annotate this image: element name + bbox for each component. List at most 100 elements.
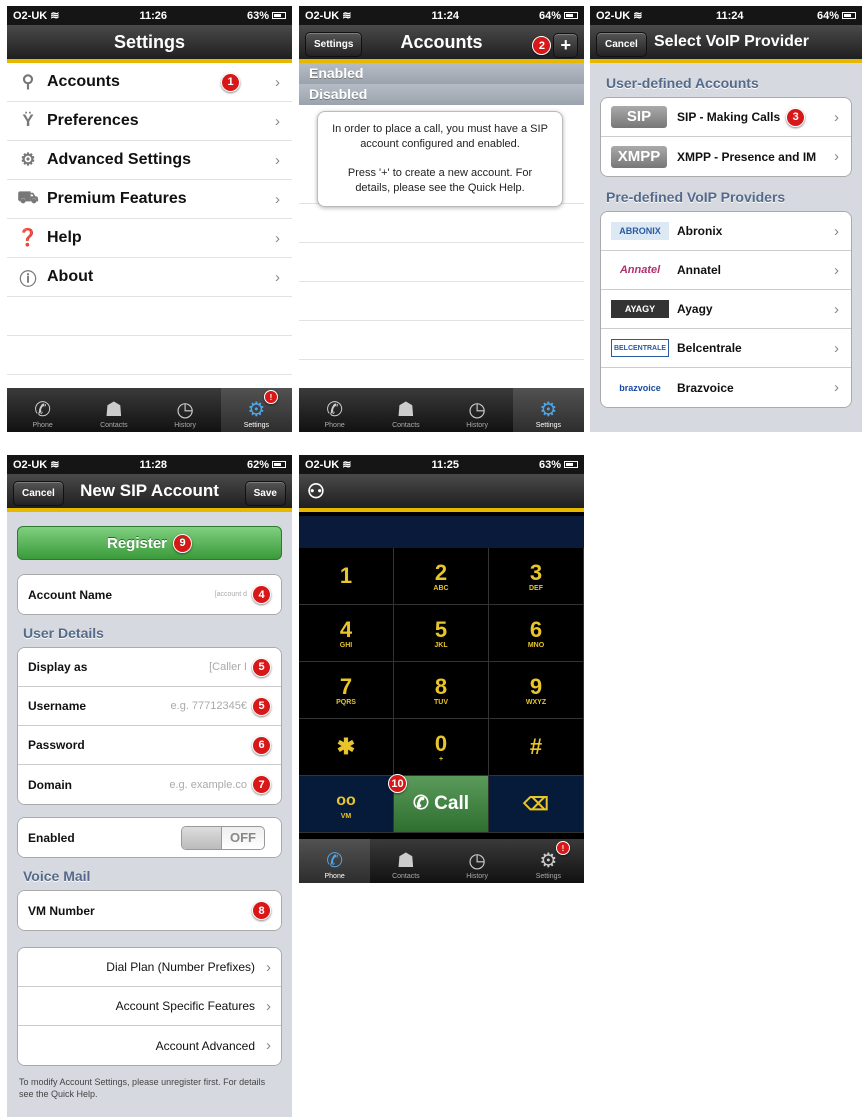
backspace-button[interactable]: ⌫ xyxy=(489,776,584,833)
empty-row xyxy=(299,204,584,243)
section-header: User-defined Accounts xyxy=(606,75,759,91)
clock-icon: ◷ xyxy=(176,399,194,421)
password-field[interactable]: Password 6 xyxy=(18,726,281,765)
info-text: Press '+' to create a new account. For d… xyxy=(347,167,533,194)
provider-annatel[interactable]: Annatel Annatel › xyxy=(601,251,851,290)
tab-settings[interactable]: ⚙ Settings! xyxy=(513,839,584,883)
settings-item-preferences[interactable]: Ϋ Preferences › xyxy=(7,102,292,141)
presence-icon[interactable]: ⚇ xyxy=(307,479,325,504)
provider-abronix[interactable]: ABRONIX Abronix › xyxy=(601,212,851,251)
backspace-icon: ⌫ xyxy=(523,794,549,814)
tab-label: Phone xyxy=(324,422,345,429)
phone-icon: ✆ xyxy=(326,850,343,872)
back-button[interactable]: Settings xyxy=(305,32,363,57)
account-specific-row[interactable]: Account Specific Features › xyxy=(18,987,281,1026)
empty-row xyxy=(299,282,584,321)
tab-contacts[interactable]: ☗ Contacts xyxy=(370,839,441,883)
sip-option[interactable]: SIP SIP - Making Calls 3 › xyxy=(601,98,851,137)
key-4[interactable]: 4 GHI xyxy=(299,605,394,662)
key-star[interactable]: ✱ xyxy=(299,719,394,776)
dial-plan-row[interactable]: Dial Plan (Number Prefixes) › xyxy=(18,948,281,987)
provider-belcentrale[interactable]: BELCENTRALE Belcentrale › xyxy=(601,329,851,368)
tab-contacts[interactable]: ☗ Contacts xyxy=(78,388,149,432)
empty-row xyxy=(7,336,292,375)
nav-bar: Cancel Select VoIP Provider xyxy=(590,25,862,63)
register-label: Register xyxy=(106,534,168,552)
tab-phone[interactable]: ✆ Phone xyxy=(7,388,78,432)
settings-item-about[interactable]: ⓘ About › xyxy=(7,258,292,297)
cart-icon: ⛟ xyxy=(17,188,39,207)
page-title: New SIP Account xyxy=(80,481,219,500)
key-9[interactable]: 9 WXYZ xyxy=(489,662,584,719)
tab-history[interactable]: ◷ History xyxy=(442,388,513,432)
vm-number-field[interactable]: VM Number 8 xyxy=(18,891,281,930)
username-field[interactable]: Username e.g. 77712345€ 5 xyxy=(18,687,281,726)
tab-contacts[interactable]: ☗ Contacts xyxy=(370,388,441,432)
phone-icon: ✆ xyxy=(326,399,343,421)
dialer-screen: O2-UK ≋ 11:25 63% ⚇ 1 2 ABC 3 DEF 4 GHI 5 JKL … xyxy=(299,455,584,883)
settings-item-advanced[interactable]: ⚙ Advanced Settings › xyxy=(7,141,292,180)
tab-phone[interactable]: ✆ Phone xyxy=(299,388,370,432)
key-letters: GHI xyxy=(339,641,353,649)
battery-percent: 63% xyxy=(246,9,269,22)
display-as-field[interactable]: Display as [Caller I 5 xyxy=(18,648,281,687)
enabled-toggle[interactable]: OFF xyxy=(181,825,265,850)
xmpp-option[interactable]: XMPP XMPP - Presence and IM › xyxy=(601,137,851,176)
toggle-knob xyxy=(182,826,222,849)
tab-bar: ✆ Phone ☗ Contacts ◷ History ⚙ Settings! xyxy=(299,839,584,883)
key-0[interactable]: 0 + xyxy=(394,719,489,776)
tab-settings[interactable]: ⚙ Settings xyxy=(512,388,584,432)
tab-settings[interactable]: ⚙ Settings! xyxy=(220,388,292,432)
register-button[interactable]: Register 9 xyxy=(17,526,282,560)
annotation-badge: 7 xyxy=(252,775,271,794)
key-letters: MNO xyxy=(527,641,545,649)
chevron-right-icon: › xyxy=(834,300,839,318)
key-8[interactable]: 8 TUV xyxy=(394,662,489,719)
settings-item-accounts[interactable]: ⚲ Accounts 1 › xyxy=(7,63,292,102)
page-title: Select VoIP Provider xyxy=(654,33,810,50)
key-2[interactable]: 2 ABC xyxy=(394,548,489,605)
alert-badge: ! xyxy=(556,841,570,855)
settings-item-help[interactable]: ❓ Help › xyxy=(7,219,292,258)
clock: 11:25 xyxy=(431,458,459,471)
key-letters: TUV xyxy=(434,698,448,706)
battery-percent: 62% xyxy=(246,458,269,471)
key-digit: 7 xyxy=(339,673,353,699)
alert-badge: ! xyxy=(264,390,278,404)
tab-history[interactable]: ◷ History xyxy=(150,388,221,432)
phone-icon: ✆ xyxy=(34,399,51,421)
provider-brazvoice[interactable]: brazvoice Brazvoice › xyxy=(601,368,851,407)
call-label-wrap: ✆ Call xyxy=(413,792,469,816)
field-placeholder: e.g. example.co xyxy=(169,778,247,791)
chevron-right-icon: › xyxy=(834,379,839,396)
key-6[interactable]: 6 MNO xyxy=(489,605,584,662)
account-name-field[interactable]: Account Name [account d 4 xyxy=(18,575,281,614)
add-account-button[interactable]: + xyxy=(553,33,578,58)
settings-item-premium[interactable]: ⛟ Premium Features › xyxy=(7,180,292,219)
tab-phone[interactable]: ✆ Phone xyxy=(299,839,371,883)
account-advanced-row[interactable]: Account Advanced › xyxy=(18,1026,281,1065)
field-label: VM Number xyxy=(28,903,95,918)
save-button[interactable]: Save xyxy=(244,481,286,506)
status-bar: O2-UK ≋ 11:26 63% xyxy=(7,6,292,25)
nav-bar: Cancel New SIP Account Save xyxy=(7,474,292,512)
key-7[interactable]: 7 PQRS xyxy=(299,662,394,719)
key-hash[interactable]: # xyxy=(489,719,584,776)
clock: 11:24 xyxy=(431,9,459,22)
contacts-icon: ☗ xyxy=(104,399,123,421)
key-3[interactable]: 3 DEF xyxy=(489,548,584,605)
provider-ayagy[interactable]: AYAGY Ayagy › xyxy=(601,290,851,329)
key-1[interactable]: 1 xyxy=(299,548,394,605)
chevron-right-icon: › xyxy=(834,339,839,357)
key-letters: + xyxy=(438,755,444,763)
page-title: Accounts xyxy=(400,31,483,52)
domain-field[interactable]: Domain e.g. example.co 7 xyxy=(18,765,281,804)
cancel-button[interactable]: Cancel xyxy=(13,481,64,506)
call-button[interactable]: 10 ✆ Call xyxy=(388,774,489,833)
tab-history[interactable]: ◷ History xyxy=(442,839,513,883)
chevron-right-icon: › xyxy=(266,997,271,1015)
key-5[interactable]: 5 JKL xyxy=(394,605,489,662)
cancel-button[interactable]: Cancel xyxy=(596,32,647,57)
chevron-right-icon: › xyxy=(275,112,280,130)
voicemail-button[interactable]: ᴏᴏ VM xyxy=(299,776,394,833)
